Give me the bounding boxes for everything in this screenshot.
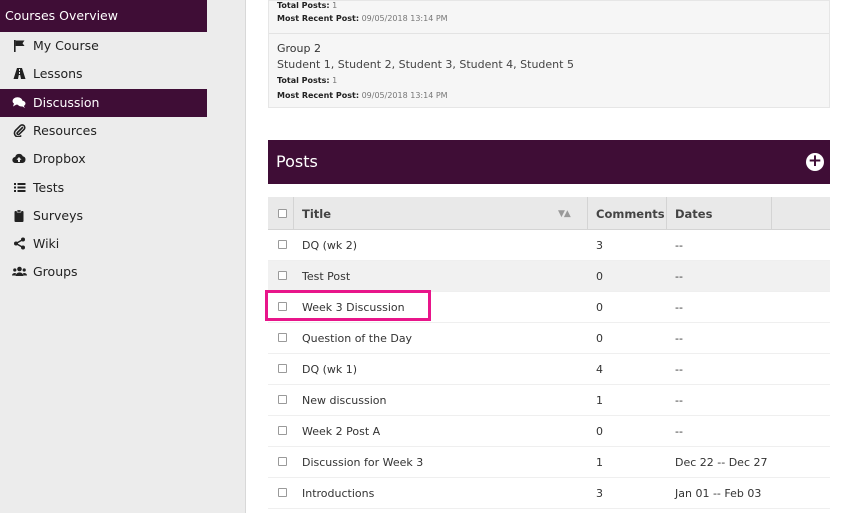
table-row[interactable]: Discussion for Week 3 1 Dec 22 -- Dec 27 — [268, 447, 830, 478]
comment-count: 0 — [596, 425, 603, 438]
plus-icon: + — [807, 151, 823, 171]
comment-count: 3 — [596, 239, 603, 252]
group-1-recent-post: Most Recent Post: 09/05/2018 13:14 PM — [277, 14, 448, 23]
sidebar-header[interactable]: Courses Overview — [0, 0, 207, 32]
post-title-link[interactable]: Week 3 Discussion — [302, 301, 405, 314]
comments-icon — [12, 96, 26, 110]
column-header-title[interactable]: Title ▼▲ — [294, 197, 588, 230]
table-row[interactable]: Question of the Day 0 -- — [268, 323, 830, 354]
sidebar-item-resources[interactable]: Resources — [0, 117, 207, 145]
divider — [269, 33, 829, 34]
post-title-link[interactable]: Introductions — [302, 487, 374, 500]
table-row[interactable]: Week 2 Post A 0 -- — [268, 416, 830, 447]
posts-header: Posts + — [268, 140, 830, 184]
post-dates: -- — [675, 425, 683, 438]
row-checkbox[interactable] — [278, 333, 287, 342]
main-content: Total Posts: 1 Most Recent Post: 09/05/2… — [246, 0, 854, 513]
column-header-empty — [772, 197, 830, 230]
comment-count: 3 — [596, 487, 603, 500]
post-title-link[interactable]: DQ (wk 2) — [302, 239, 357, 252]
sidebar-item-tests[interactable]: Tests — [0, 174, 207, 202]
row-checkbox[interactable] — [278, 488, 287, 497]
row-checkbox[interactable] — [278, 271, 287, 280]
comment-count: 1 — [596, 456, 603, 469]
post-dates: -- — [675, 239, 683, 252]
post-dates: -- — [675, 270, 683, 283]
sidebar-item-label: Dropbox — [33, 151, 86, 166]
table-row[interactable]: DQ (wk 1) 4 -- — [268, 354, 830, 385]
users-icon — [12, 265, 27, 279]
sidebar-item-groups[interactable]: Groups — [0, 258, 207, 286]
comment-count: 0 — [596, 270, 603, 283]
post-dates: -- — [675, 394, 683, 407]
header-checkbox-cell — [268, 197, 294, 230]
sidebar-item-label: Resources — [33, 123, 97, 138]
table-row[interactable]: Introductions 3 Jan 01 -- Feb 03 — [268, 478, 830, 509]
comment-count: 0 — [596, 301, 603, 314]
table-row[interactable]: New discussion 1 -- — [268, 385, 830, 416]
row-checkbox[interactable] — [278, 395, 287, 404]
list-icon — [12, 181, 26, 195]
comment-count: 1 — [596, 394, 603, 407]
row-checkbox[interactable] — [278, 240, 287, 249]
table-header: Title ▼▲ Comments Dates — [268, 197, 830, 230]
table-row[interactable]: Week 3 Discussion 0 -- — [268, 292, 830, 323]
column-header-comments[interactable]: Comments — [588, 197, 667, 230]
share-icon — [12, 237, 26, 251]
comment-count: 0 — [596, 332, 603, 345]
post-title-link[interactable]: Test Post — [302, 270, 350, 283]
post-title-link[interactable]: DQ (wk 1) — [302, 363, 357, 376]
sidebar-item-label: Tests — [33, 180, 65, 195]
sidebar-item-label: Wiki — [33, 236, 60, 251]
sidebar: Courses Overview My Course Lessons Discu… — [0, 0, 246, 513]
row-checkbox[interactable] — [278, 426, 287, 435]
sidebar-item-surveys[interactable]: Surveys — [0, 202, 207, 230]
column-header-dates[interactable]: Dates — [667, 197, 772, 230]
sort-icon[interactable]: ▼▲ — [558, 209, 571, 219]
post-dates: Jan 01 -- Feb 03 — [675, 487, 762, 500]
road-icon — [12, 67, 26, 81]
comment-count: 4 — [596, 363, 603, 376]
post-title-link[interactable]: Discussion for Week 3 — [302, 456, 423, 469]
flag-icon — [12, 39, 26, 53]
group-1-total-posts: Total Posts: 1 — [277, 1, 338, 10]
sidebar-item-my-course[interactable]: My Course — [0, 32, 207, 60]
sidebar-item-lessons[interactable]: Lessons — [0, 60, 207, 88]
group-2-total-posts: Total Posts: 1 — [277, 76, 338, 85]
post-title-link[interactable]: New discussion — [302, 394, 387, 407]
group-2-recent-post: Most Recent Post: 09/05/2018 13:14 PM — [277, 91, 448, 100]
table-row[interactable]: Test Post 0 -- — [268, 261, 830, 292]
post-title-link[interactable]: Question of the Day — [302, 332, 412, 345]
cloud-upload-icon — [12, 152, 26, 166]
group-card: Total Posts: 1 Most Recent Post: 09/05/2… — [268, 0, 830, 108]
row-checkbox[interactable] — [278, 302, 287, 311]
sidebar-item-dropbox[interactable]: Dropbox — [0, 145, 207, 173]
paperclip-icon — [12, 124, 26, 138]
post-dates: Dec 22 -- Dec 27 — [675, 456, 768, 469]
group-2-members: Student 1, Student 2, Student 3, Student… — [277, 58, 574, 71]
sidebar-item-label: My Course — [33, 38, 99, 53]
add-post-button[interactable]: + — [806, 153, 824, 171]
clipboard-icon — [12, 209, 26, 223]
group-2-name[interactable]: Group 2 — [277, 42, 321, 55]
select-all-checkbox[interactable] — [278, 209, 287, 218]
post-dates: -- — [675, 301, 683, 314]
post-dates: -- — [675, 332, 683, 345]
sidebar-item-wiki[interactable]: Wiki — [0, 230, 207, 258]
sidebar-item-label: Lessons — [33, 66, 83, 81]
sidebar-item-discussion[interactable]: Discussion — [0, 89, 207, 117]
row-checkbox[interactable] — [278, 457, 287, 466]
post-dates: -- — [675, 363, 683, 376]
sidebar-item-label: Groups — [33, 264, 78, 279]
post-title-link[interactable]: Week 2 Post A — [302, 425, 380, 438]
sidebar-item-label: Discussion — [33, 95, 100, 110]
row-checkbox[interactable] — [278, 364, 287, 373]
posts-title: Posts — [276, 152, 318, 171]
sidebar-item-label: Surveys — [33, 208, 83, 223]
table-row[interactable]: DQ (wk 2) 3 -- — [268, 230, 830, 261]
